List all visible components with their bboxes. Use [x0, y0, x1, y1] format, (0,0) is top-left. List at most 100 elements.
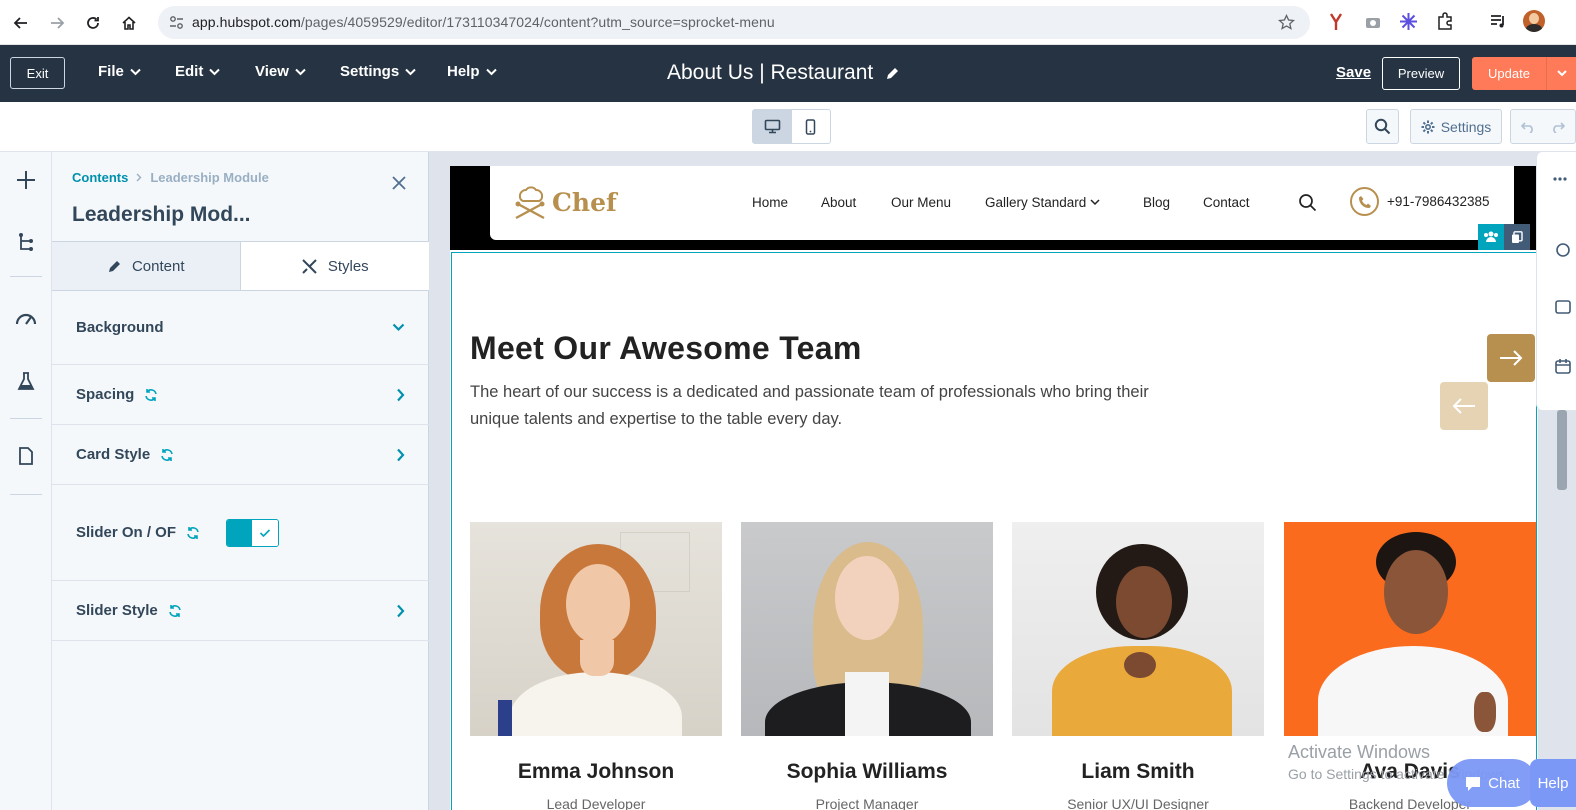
undo-redo-group	[1510, 109, 1576, 144]
mobile-view-button[interactable]	[792, 110, 831, 143]
canvas-scrollbar[interactable]	[1557, 410, 1567, 490]
settings-button[interactable]: Settings	[1410, 109, 1502, 144]
arrow-right-icon	[1500, 350, 1523, 366]
tab-content[interactable]: Content	[52, 242, 241, 290]
url-text: app.hubspot.com/pages/4059529/editor/173…	[192, 14, 775, 30]
forward-icon[interactable]	[44, 10, 70, 36]
mobile-icon	[806, 118, 816, 135]
extension-y-icon[interactable]	[1327, 12, 1345, 32]
section-card-style[interactable]: Card Style	[52, 425, 429, 485]
preview-button[interactable]: Preview	[1382, 57, 1460, 90]
menu-file-label: File	[98, 63, 124, 80]
back-icon[interactable]	[8, 10, 34, 36]
panel-title: Leadership Mod...	[72, 203, 251, 226]
close-panel-icon[interactable]	[388, 172, 410, 194]
pencil-icon	[108, 260, 120, 272]
module-people-icon[interactable]	[1478, 224, 1504, 250]
section-spacing[interactable]: Spacing	[52, 365, 429, 425]
arrow-left-icon	[1452, 398, 1475, 414]
menu-settings[interactable]: Settings	[340, 63, 416, 80]
site-nav-blog[interactable]: Blog	[1143, 195, 1170, 210]
section-slider-style[interactable]: Slider Style	[52, 581, 429, 641]
chat-bubble-icon	[1466, 776, 1481, 791]
team-card[interactable]: Sophia Williams Project Manager	[741, 522, 993, 810]
menu-help-label: Help	[447, 63, 480, 80]
apps-grid-icon[interactable]	[1553, 176, 1567, 182]
chef-hat-logo-icon	[515, 186, 545, 220]
update-dropdown-toggle[interactable]	[1546, 57, 1576, 90]
site-logo[interactable]: Chef	[510, 182, 617, 222]
right-tools-rail	[1536, 152, 1576, 410]
member-name: Sophia Williams	[786, 760, 948, 783]
team-section-description: The heart of our success is a dedicated …	[470, 383, 1149, 428]
toggle-knob	[251, 519, 279, 546]
profile-avatar[interactable]	[1523, 10, 1545, 32]
chat-button[interactable]: Chat	[1447, 759, 1537, 807]
rail-divider	[10, 418, 42, 419]
breadcrumb-contents-link[interactable]: Contents	[72, 170, 128, 185]
assistant-icon[interactable]	[1555, 242, 1571, 258]
menu-view[interactable]: View	[255, 63, 306, 80]
menu-file[interactable]: File	[98, 63, 141, 80]
desktop-view-button[interactable]	[753, 110, 792, 143]
address-bar[interactable]: app.hubspot.com/pages/4059529/editor/173…	[158, 6, 1310, 39]
bookmark-star-icon[interactable]	[1278, 14, 1295, 31]
slider-next-button[interactable]	[1487, 334, 1535, 382]
page-preview-canvas: Chef Home About Our Menu Gallery Standar…	[429, 152, 1576, 810]
save-button[interactable]: Save	[1336, 64, 1371, 81]
phone-number: +91-7986432385	[1387, 194, 1490, 209]
add-module-icon[interactable]	[14, 168, 38, 192]
menu-view-label: View	[255, 63, 289, 80]
redo-button[interactable]	[1543, 110, 1575, 143]
site-nav-our-menu[interactable]: Our Menu	[891, 195, 951, 210]
team-card[interactable]: Emma Johnson Lead Developer	[470, 522, 722, 810]
exit-button[interactable]: Exit	[10, 57, 65, 89]
menu-help[interactable]: Help	[447, 63, 497, 80]
tab-styles[interactable]: Styles	[240, 242, 429, 290]
calendar-icon[interactable]	[1555, 358, 1571, 374]
section-background-label: Background	[76, 319, 164, 336]
menu-edit[interactable]: Edit	[175, 63, 221, 80]
site-nav-gallery[interactable]: Gallery Standard	[985, 195, 1100, 210]
rail-divider	[10, 494, 42, 495]
section-background[interactable]: Background	[52, 291, 429, 365]
optimize-gauge-icon[interactable]	[14, 306, 38, 330]
sync-icon	[161, 448, 173, 461]
page-document-icon[interactable]	[14, 444, 38, 468]
module-duplicate-icon[interactable]	[1504, 224, 1530, 250]
site-nav-about[interactable]: About	[821, 195, 856, 210]
test-flask-icon[interactable]	[14, 369, 38, 393]
camera-extension-icon[interactable]	[1364, 13, 1382, 31]
page-title: About Us | Restaurant	[667, 61, 874, 84]
editor-top-bar: Exit File Edit View Settings Help About …	[0, 45, 1576, 102]
section-slider-style-label: Slider Style	[76, 602, 158, 619]
menu-edit-label: Edit	[175, 63, 204, 80]
site-header[interactable]: Chef Home About Our Menu Gallery Standar…	[490, 166, 1514, 240]
member-name: Liam Smith	[1081, 760, 1195, 783]
media-control-icon[interactable]	[1489, 12, 1507, 30]
chevron-right-icon	[136, 173, 142, 182]
slider-prev-button[interactable]	[1440, 382, 1488, 430]
extensions-puzzle-icon[interactable]	[1436, 12, 1454, 30]
toggle-track-on	[227, 519, 252, 546]
site-nav-home[interactable]: Home	[752, 195, 788, 210]
header-phone[interactable]: +91-7986432385	[1350, 187, 1489, 216]
sparkle-extension-icon[interactable]	[1399, 12, 1418, 31]
site-nav-contact[interactable]: Contact	[1203, 195, 1250, 210]
layout-tree-icon[interactable]	[14, 230, 38, 254]
site-info-icon[interactable]	[169, 15, 184, 30]
help-button[interactable]: Help	[1530, 759, 1576, 807]
edit-title-pencil-icon[interactable]	[885, 66, 900, 81]
team-card[interactable]: Liam Smith Senior UX/UI Designer	[1012, 522, 1264, 810]
phone-icon	[1350, 187, 1379, 216]
chevron-right-icon	[397, 448, 405, 461]
slider-toggle-switch[interactable]	[226, 518, 280, 547]
gear-icon	[1421, 120, 1435, 133]
home-icon[interactable]	[116, 10, 142, 36]
rail-divider	[10, 276, 42, 277]
undo-button[interactable]	[1511, 110, 1543, 143]
site-search-icon[interactable]	[1298, 193, 1317, 212]
search-button[interactable]	[1366, 109, 1399, 144]
window-icon[interactable]	[1555, 300, 1571, 314]
reload-icon[interactable]	[80, 10, 106, 36]
